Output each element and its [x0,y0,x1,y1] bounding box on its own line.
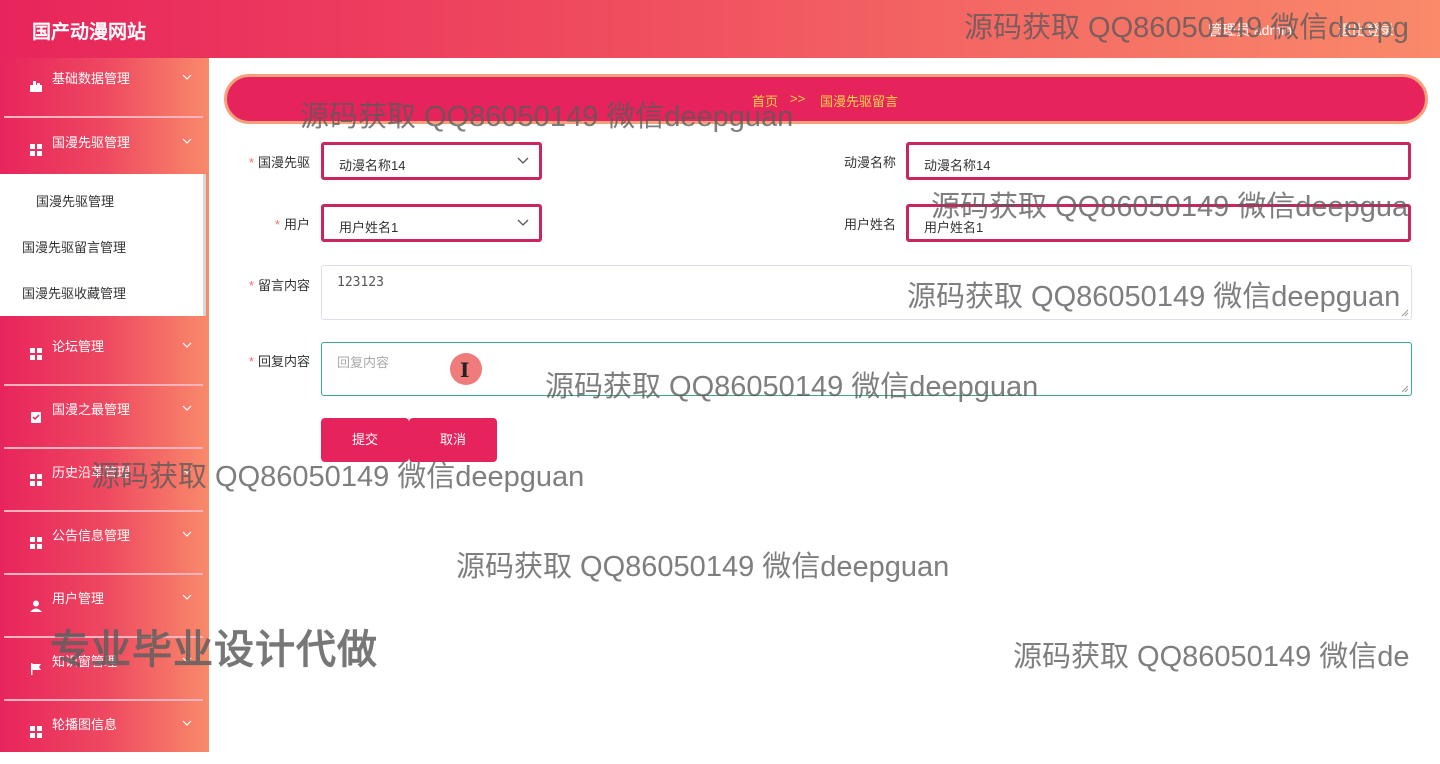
divider [4,573,203,575]
message-label: * 留言内容 [248,278,310,293]
reply-placeholder: 回复内容 [337,355,390,370]
anime-name-label: 动漫名称 [843,155,896,170]
chevron-down-icon [182,138,192,144]
text-cursor-icon: I [450,353,482,385]
clipboard-icon [31,412,41,423]
grid-icon [30,537,42,549]
submenu-item-pioneer[interactable]: 国漫先驱管理 [36,191,114,210]
username-label: 用户姓名 [843,217,896,232]
chevron-down-icon [182,720,192,726]
app-title: 国产动漫网站 [32,22,147,43]
sidebar-item-label: 论坛管理 [52,339,105,354]
chevron-down-icon [182,342,192,348]
resize-handle-icon[interactable] [1401,309,1409,317]
reply-label: * 回复内容 [248,354,310,369]
sidebar-item-label: 国漫先驱管理 [52,135,131,150]
user-select[interactable]: 用户姓名1 [321,204,542,242]
service-ad-watermark: 专业毕业设计代做 [50,628,378,672]
user-label: * 用户 [274,217,310,232]
chart-icon [30,81,42,92]
pioneer-select-value: 动漫名称14 [339,158,406,173]
sidebar-submenu-pioneer: 国漫先驱管理 国漫先驱留言管理 国漫先驱收藏管理 [0,174,206,316]
pioneer-label: * 国漫先驱 [248,155,310,170]
watermark: 源码获取 QQ86050149 微信deepgua [931,191,1409,223]
chevron-down-icon [182,531,192,537]
sidebar-item-label: 基础数据管理 [52,71,131,86]
sidebar-item-basic-data[interactable]: 基础数据管理 [0,58,209,118]
sidebar-item-label: 用户管理 [52,591,105,606]
grid-icon [30,144,42,156]
flag-icon [31,663,41,675]
watermark: 源码获取 QQ86050149 微信deepg [964,12,1409,44]
divider [4,116,203,118]
chevron-down-icon [182,74,192,80]
pioneer-select[interactable]: 动漫名称14 [321,142,542,180]
divider [4,699,203,701]
chevron-down-icon [182,594,192,600]
watermark: 源码获取 QQ86050149 微信deepguan [300,101,794,133]
divider [4,510,203,512]
user-select-value: 用户姓名1 [339,220,399,235]
sidebar-item-best-of[interactable]: 国漫之最管理 [0,389,209,449]
sidebar-item-pioneer[interactable]: 国漫先驱管理 [0,122,209,182]
divider [4,447,203,449]
message-value: 123123 [337,275,384,290]
sidebar-item-carousel[interactable]: 轮播图信息 [0,704,209,764]
chevron-down-icon [517,157,529,164]
grid-icon [30,474,42,486]
sidebar-item-label: 公告信息管理 [52,528,131,543]
anime-name-field[interactable]: 动漫名称14 [906,142,1411,180]
user-icon [30,600,42,612]
sidebar-item-label: 国漫之最管理 [52,402,131,417]
anime-name-value: 动漫名称14 [924,158,991,173]
watermark: 源码获取 QQ86050149 微信deepguan [907,281,1401,313]
sidebar-item-announcements[interactable]: 公告信息管理 [0,515,209,575]
divider [4,384,203,386]
resize-handle-icon[interactable] [1401,385,1409,393]
sidebar-item-label: 轮播图信息 [52,717,118,732]
submenu-item-pioneer-messages[interactable]: 国漫先驱留言管理 [22,237,126,256]
watermark: 源码获取 QQ86050149 微信deepguan [545,371,1039,403]
breadcrumb-current: 国漫先驱留言 [820,94,899,109]
submenu-item-pioneer-favorites[interactable]: 国漫先驱收藏管理 [22,283,126,302]
watermark: 源码获取 QQ86050149 微信de [1013,641,1410,673]
watermark: 源码获取 QQ86050149 微信deepguan [456,551,950,583]
chevron-down-icon [182,405,192,411]
grid-icon [30,348,42,360]
watermark: 源码获取 QQ86050149 微信deepguan [91,461,585,493]
chevron-down-icon [517,219,529,226]
sidebar-item-forum[interactable]: 论坛管理 [0,326,209,386]
grid-icon [30,726,42,738]
